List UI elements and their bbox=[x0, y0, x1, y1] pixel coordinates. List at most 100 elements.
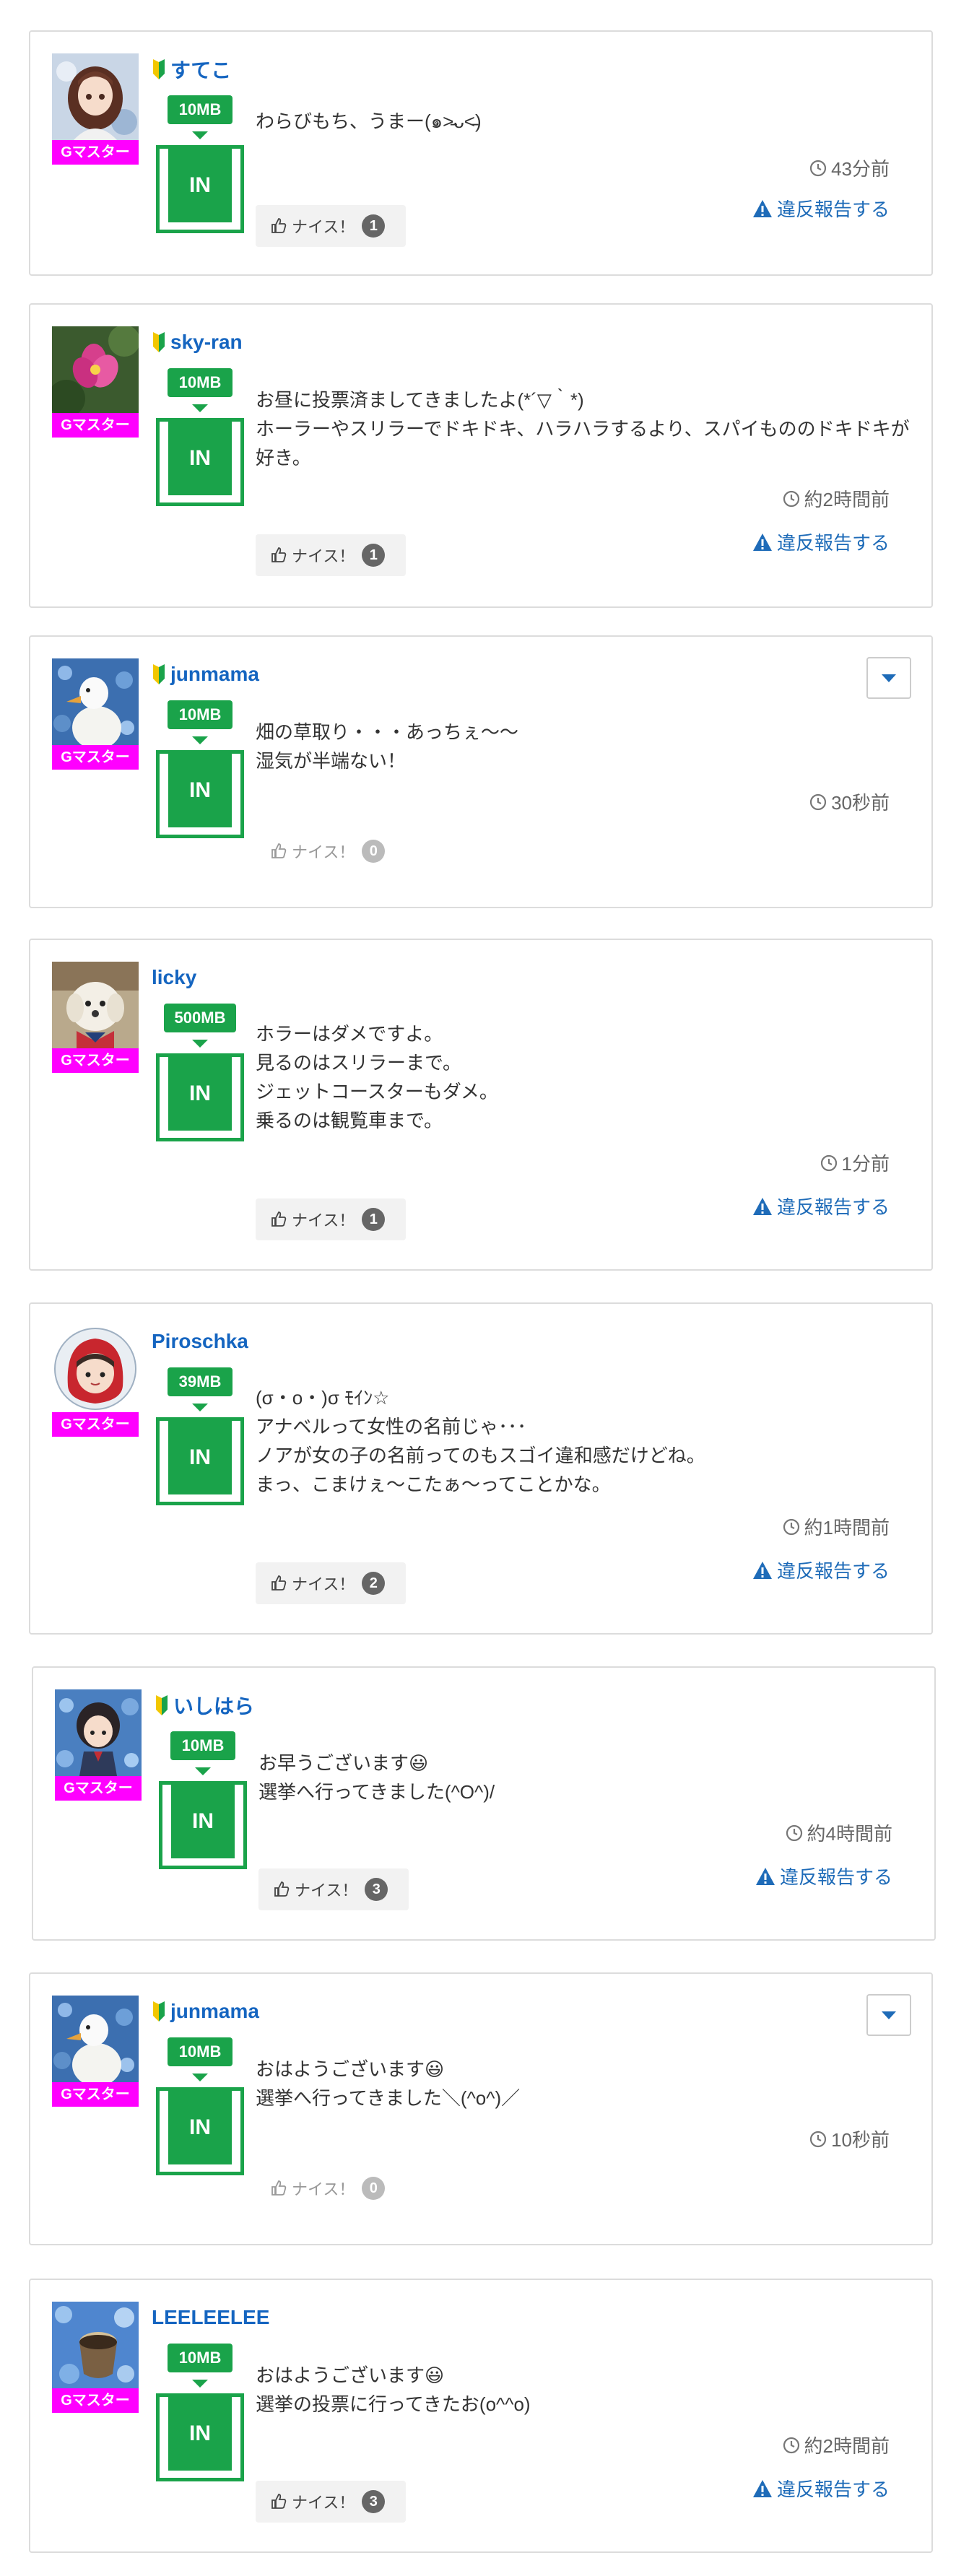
in-button[interactable]: IN bbox=[156, 145, 244, 233]
post-menu-toggle[interactable] bbox=[866, 1994, 911, 2036]
message-line: 選挙へ行ってきました＼(^o^)／ bbox=[256, 2087, 521, 2109]
post-menu-toggle[interactable] bbox=[866, 657, 911, 699]
message-line: 選挙へ行ってきました(^O^)/ bbox=[258, 1781, 495, 1803]
in-button[interactable]: IN bbox=[156, 1417, 244, 1505]
timestamp: 約2時間前 bbox=[783, 485, 890, 512]
nice-button[interactable]: ナイス！ 1 bbox=[256, 205, 406, 247]
message-line: アナベルって女性の名前じゃ･･･ bbox=[256, 1416, 527, 1437]
nice-count: 2 bbox=[362, 1572, 386, 1595]
post-card: Gマスター junmama 10MB IN 畑の草取り・・・あっちぇ〜〜 湿気が… bbox=[29, 635, 933, 908]
post-message: (σ・o・)σ ﾓｲﾝ☆ アナベルって女性の名前じゃ･･･ ノアが女の子の名前っ… bbox=[256, 1383, 920, 1499]
avatar[interactable] bbox=[52, 53, 139, 140]
avatar[interactable] bbox=[52, 1996, 139, 2082]
caret-down-icon bbox=[882, 674, 896, 682]
nice-count: 1 bbox=[362, 214, 386, 238]
avatar[interactable] bbox=[52, 2302, 139, 2388]
user-name-link[interactable]: いしはら bbox=[173, 1691, 254, 1720]
avatar[interactable] bbox=[52, 1326, 139, 1412]
report-link[interactable]: 違反報告する bbox=[752, 1193, 890, 1219]
storage-arrow-icon bbox=[192, 2380, 208, 2388]
nice-button[interactable]: ナイス！ 1 bbox=[256, 534, 406, 576]
white-duck-avatar-icon bbox=[52, 658, 139, 745]
avatar[interactable] bbox=[52, 658, 139, 745]
report-link[interactable]: 違反報告する bbox=[752, 2475, 890, 2502]
in-button[interactable]: IN bbox=[156, 1053, 244, 1141]
report-link[interactable]: 違反報告する bbox=[755, 1863, 892, 1889]
message-line: ノアが女の子の名前ってのもスゴイ違和感だけどね。 bbox=[256, 1445, 705, 1466]
nice-button[interactable]: ナイス！ 0 bbox=[256, 830, 406, 872]
in-button[interactable]: IN bbox=[156, 750, 244, 838]
dark-hair-boy-avatar-icon bbox=[55, 1689, 142, 1776]
storage-badge: 10MB bbox=[168, 368, 233, 397]
nice-button[interactable]: ナイス！ 2 bbox=[256, 1562, 406, 1604]
nice-label: ナイス！ bbox=[292, 2494, 355, 2512]
post-card: Gマスター いしはら 10MB IN お早うございます😃 選挙へ行ってきました(… bbox=[32, 1666, 936, 1941]
user-name-link[interactable]: junmama bbox=[170, 663, 259, 686]
nice-button[interactable]: ナイス！ 3 bbox=[258, 1868, 409, 1910]
message-line: 湿気が半端ない！ bbox=[256, 750, 407, 772]
nice-count: 1 bbox=[362, 544, 386, 567]
timestamp: 約1時間前 bbox=[783, 1513, 890, 1540]
clock-icon bbox=[783, 2437, 800, 2454]
nice-label: ナイス！ bbox=[292, 843, 355, 861]
storage-indicator: 10MB IN bbox=[152, 368, 248, 506]
red-hood-girl-avatar-icon bbox=[52, 1326, 139, 1412]
storage-badge: 10MB bbox=[168, 95, 233, 124]
timestamp-text: 1分前 bbox=[841, 1153, 890, 1175]
message-line: 見るのはスリラーまで。 bbox=[256, 1052, 461, 1074]
storage-arrow-icon bbox=[192, 2074, 208, 2081]
message-line: ホラーはダメですよ。 bbox=[256, 1023, 443, 1045]
storage-arrow-icon bbox=[192, 1404, 208, 1411]
warning-icon bbox=[752, 1197, 773, 1216]
user-name-link[interactable]: LEELEELEE bbox=[152, 2306, 269, 2329]
warning-icon bbox=[752, 199, 773, 218]
user-name-link[interactable]: Piroschka bbox=[152, 1330, 248, 1353]
avatar[interactable] bbox=[52, 962, 139, 1048]
nice-button[interactable]: ナイス！ 3 bbox=[256, 2481, 406, 2523]
user-name-link[interactable]: sky-ran bbox=[170, 331, 243, 354]
rank-badge: Gマスター bbox=[52, 745, 139, 770]
nice-count: 0 bbox=[362, 840, 386, 863]
in-button[interactable]: IN bbox=[156, 418, 244, 506]
thumbs-up-icon bbox=[270, 1575, 287, 1592]
message-line: わらびもち、うまー(๑˃̵ᴗ˂̵) bbox=[256, 110, 482, 132]
user-name-link[interactable]: junmama bbox=[170, 2000, 259, 2023]
in-label: IN bbox=[168, 1057, 232, 1131]
caret-down-icon bbox=[882, 2011, 896, 2019]
in-button[interactable]: IN bbox=[156, 2393, 244, 2481]
report-link[interactable]: 違反報告する bbox=[752, 1557, 890, 1583]
clock-icon bbox=[783, 1518, 800, 1536]
storage-indicator: 10MB IN bbox=[152, 700, 248, 838]
report-link[interactable]: 違反報告する bbox=[752, 195, 890, 222]
thumbs-up-icon bbox=[270, 217, 287, 235]
timestamp-text: 10秒前 bbox=[831, 2129, 890, 2151]
report-link[interactable]: 違反報告する bbox=[752, 528, 890, 555]
user-name-row: Piroschka bbox=[152, 1327, 248, 1356]
post-message: お昼に投票済ましてきましたよ(*´▽｀*) ホーラーやスリラーでドキドキ、ハラハ… bbox=[256, 386, 920, 472]
storage-indicator: 10MB IN bbox=[152, 95, 248, 233]
rank-badge: Gマスター bbox=[52, 1412, 139, 1437]
clock-icon bbox=[786, 1824, 803, 1842]
storage-indicator: 10MB IN bbox=[152, 2344, 248, 2481]
message-line: まっ、こまけぇ〜こたぁ〜ってことかな。 bbox=[256, 1474, 611, 1495]
nice-button[interactable]: ナイス！ 0 bbox=[256, 2167, 406, 2209]
clock-icon bbox=[809, 2131, 827, 2148]
nice-label: ナイス！ bbox=[292, 2180, 355, 2198]
report-text: 違反報告する bbox=[776, 199, 890, 220]
in-button[interactable]: IN bbox=[156, 2087, 244, 2175]
message-line: おはようございます😃 bbox=[256, 2058, 445, 2080]
in-button[interactable]: IN bbox=[159, 1781, 247, 1869]
nice-button[interactable]: ナイス！ 1 bbox=[256, 1198, 406, 1240]
avatar[interactable] bbox=[55, 1689, 142, 1776]
storage-indicator: 39MB IN bbox=[152, 1367, 248, 1505]
report-text: 違反報告する bbox=[776, 1560, 890, 1582]
message-line: 乗るのは観覧車まで。 bbox=[256, 1110, 443, 1131]
timestamp: 1分前 bbox=[820, 1149, 890, 1176]
user-name-link[interactable]: すてこ bbox=[170, 55, 231, 84]
avatar[interactable] bbox=[52, 326, 139, 413]
user-name-row: すてこ bbox=[152, 55, 231, 84]
timestamp: 43分前 bbox=[809, 155, 890, 181]
clock-icon bbox=[783, 490, 800, 508]
thumbs-up-icon bbox=[270, 1211, 287, 1228]
user-name-link[interactable]: licky bbox=[152, 966, 196, 989]
